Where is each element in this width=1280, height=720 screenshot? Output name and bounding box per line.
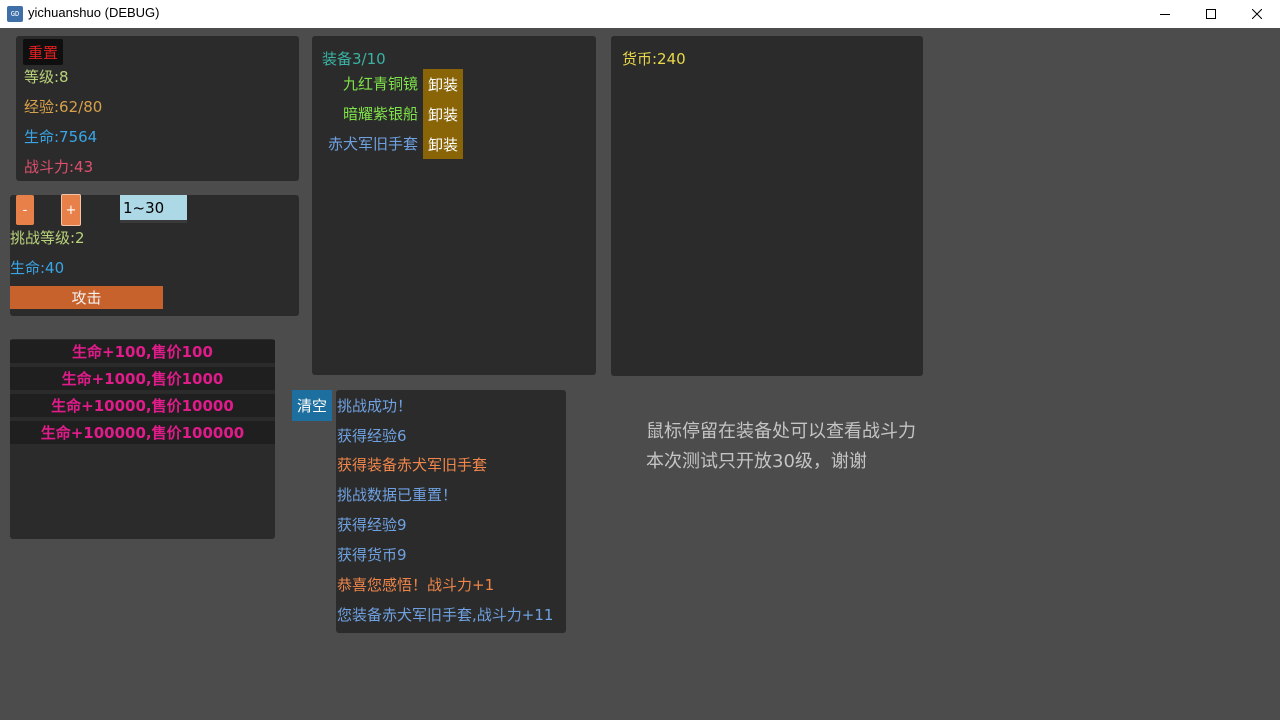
challenge-level-plus-button[interactable]: + <box>61 194 81 226</box>
log-line: 恭喜您感悟！战斗力+1 <box>337 576 495 594</box>
challenge-range-input[interactable]: 1~30 <box>120 195 187 223</box>
shop-item-hp-1000[interactable]: 生命+1000,售价1000 <box>10 367 275 390</box>
currency-panel <box>611 36 923 376</box>
player-hp: 生命:7564 <box>24 128 98 146</box>
close-button[interactable] <box>1234 0 1280 28</box>
shop-item-hp-100[interactable]: 生命+100,售价100 <box>10 340 275 363</box>
equipment-header: 装备3/10 <box>322 50 386 68</box>
challenge-level-minus-button[interactable]: - <box>16 195 34 225</box>
currency-label: 货币:240 <box>622 50 686 68</box>
window-title: yichuanshuo (DEBUG) <box>28 5 160 20</box>
minimize-icon <box>1160 14 1170 15</box>
equipment-row: 赤犬军旧手套 卸装 <box>312 129 596 159</box>
log-line: 获得经验6 <box>337 427 407 445</box>
window-title-bar[interactable]: GD yichuanshuo (DEBUG) <box>0 0 1280 28</box>
log-line: 挑战数据已重置！ <box>337 486 458 504</box>
equipment-item-name[interactable]: 暗耀紫银船 <box>312 104 418 124</box>
equipment-item-name[interactable]: 九红青铜镜 <box>312 74 418 94</box>
maximize-button[interactable] <box>1188 0 1234 28</box>
log-line: 获得装备赤犬军旧手套 <box>337 456 488 474</box>
player-exp: 经验:62/80 <box>24 98 103 116</box>
log-line: 您装备赤犬军旧手套,战斗力+11 <box>337 606 554 624</box>
unequip-button[interactable]: 卸装 <box>423 129 463 159</box>
attack-button[interactable]: 攻击 <box>10 286 163 309</box>
note-test-limit: 本次测试只开放30级，谢谢 <box>646 451 867 472</box>
log-line: 获得经验9 <box>337 516 407 534</box>
app-icon: GD <box>7 6 23 22</box>
challenge-hp: 生命:40 <box>10 259 65 277</box>
unequip-button[interactable]: 卸装 <box>423 69 463 99</box>
equipment-item-name[interactable]: 赤犬军旧手套 <box>312 134 418 154</box>
close-icon <box>1252 9 1262 19</box>
log-line: 挑战成功！ <box>337 397 413 415</box>
equipment-row: 九红青铜镜 卸装 <box>312 69 596 99</box>
minimize-button[interactable] <box>1142 0 1188 28</box>
shop-item-hp-100000[interactable]: 生命+100000,售价100000 <box>10 421 275 444</box>
log-line: 获得货币9 <box>337 546 407 564</box>
reset-button[interactable]: 重置 <box>23 39 63 65</box>
shop-item-hp-10000[interactable]: 生命+10000,售价10000 <box>10 394 275 417</box>
challenge-level: 挑战等级:2 <box>10 229 85 247</box>
note-hover-hint: 鼠标停留在装备处可以查看战斗力 <box>646 421 916 442</box>
unequip-button[interactable]: 卸装 <box>423 99 463 129</box>
clear-log-button[interactable]: 清空 <box>292 390 332 421</box>
maximize-icon <box>1206 9 1216 19</box>
player-power: 战斗力:43 <box>24 158 94 176</box>
player-level: 等级:8 <box>24 68 69 86</box>
equipment-row: 暗耀紫银船 卸装 <box>312 99 596 129</box>
